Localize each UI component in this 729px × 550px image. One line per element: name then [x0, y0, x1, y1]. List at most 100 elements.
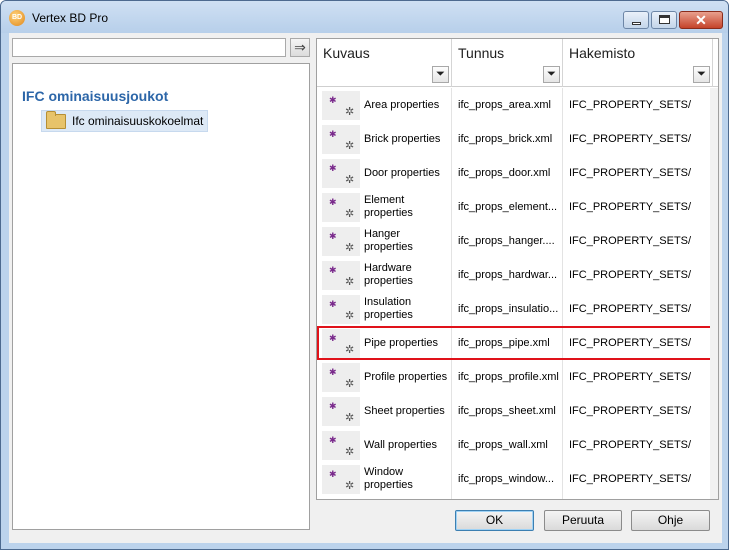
table-row[interactable]: ✱ ✲ Hardware properties ifc_props_hardwar..…	[317, 258, 718, 292]
property-set-icon: ✱ ✲	[322, 431, 360, 460]
column-header-hakemisto[interactable]: Hakemisto ⏷	[563, 39, 713, 87]
property-set-icon: ✱ ✲	[322, 91, 360, 120]
window-title: Vertex BD Pro	[32, 11, 109, 25]
ifc-symbol-icon: ✱	[329, 469, 337, 479]
vertical-scrollbar[interactable]	[710, 88, 718, 499]
property-set-icon: ✱ ✲	[322, 397, 360, 426]
ok-button[interactable]: OK	[455, 510, 534, 531]
row-directory: IFC_PROPERTY_SETS/	[569, 473, 692, 485]
table-row[interactable]: ✱ ✲ Brick properties ifc_props_brick.xml IFC…	[317, 122, 718, 156]
dialog-client-area: ⇒ IFC ominaisuusjoukot Ifc ominaisuuskok…	[9, 33, 722, 543]
gear-icon: ✲	[345, 310, 355, 322]
row-description: Pipe properties	[364, 336, 438, 349]
minimize-button[interactable]	[623, 11, 649, 29]
dialog-window: BD Vertex BD Pro ✕ ⇒ IFC ominaisuusjouko…	[0, 0, 729, 550]
row-identifier: ifc_props_pipe.xml	[458, 337, 550, 349]
filter-icon[interactable]: ⏷	[432, 66, 449, 83]
gear-icon: ✲	[345, 480, 355, 492]
table-row[interactable]: ✱ ✲ Profile properties ifc_props_profile.xm…	[317, 360, 718, 394]
help-button[interactable]: Ohje	[631, 510, 710, 531]
table-row[interactable]: ✱ ✲ Wall properties ifc_props_wall.xml IFC_P…	[317, 428, 718, 462]
row-identifier: ifc_props_profile.xml	[458, 371, 559, 383]
search-input[interactable]	[12, 38, 286, 57]
property-set-icon: ✱ ✲	[322, 159, 360, 188]
property-set-icon: ✱ ✲	[322, 363, 360, 392]
row-description: Brick properties	[364, 132, 441, 145]
search-go-button[interactable]: ⇒	[290, 38, 310, 57]
cell-description: ✱ ✲ Insulation properties	[317, 292, 451, 326]
table-row[interactable]: ✱ ✲ Hanger properties ifc_props_hanger.... I…	[317, 224, 718, 258]
row-directory: IFC_PROPERTY_SETS/	[569, 371, 692, 383]
table-row[interactable]: ✱ ✲ Sheet properties ifc_props_sheet.xml IFC…	[317, 394, 718, 428]
cell-description: ✱ ✲ Sheet properties	[317, 394, 451, 428]
row-description: Door properties	[364, 166, 440, 179]
property-set-icon: ✱ ✲	[322, 125, 360, 154]
gear-icon: ✲	[345, 378, 355, 390]
gear-icon: ✲	[345, 106, 355, 118]
grid-header: Kuvaus ⏷ Tunnus ⏷ Hakemisto ⏷	[317, 39, 718, 87]
table-row[interactable]: ✱ ✲ Door properties ifc_props_door.xml IFC_P…	[317, 156, 718, 190]
ifc-symbol-icon: ✱	[329, 265, 337, 275]
maximize-button[interactable]	[651, 11, 677, 29]
row-identifier: ifc_props_area.xml	[458, 99, 551, 111]
cell-description: ✱ ✲ Area properties	[317, 88, 451, 122]
column-label: Hakemisto	[569, 45, 636, 61]
column-label: Tunnus	[458, 45, 505, 61]
ifc-symbol-icon: ✱	[329, 231, 337, 241]
gear-icon: ✲	[345, 208, 355, 220]
ifc-symbol-icon: ✱	[329, 435, 337, 445]
cell-description: ✱ ✲ Hanger properties	[317, 224, 451, 258]
gear-icon: ✲	[345, 446, 355, 458]
property-set-icon: ✱ ✲	[322, 261, 360, 290]
folder-icon	[46, 111, 66, 129]
row-identifier: ifc_props_brick.xml	[458, 133, 553, 145]
row-identifier: ifc_props_element...	[458, 201, 558, 213]
property-sets-grid[interactable]: Kuvaus ⏷ Tunnus ⏷ Hakemisto ⏷ ✱ ✲ Area pro…	[316, 38, 719, 500]
tree-item-ifc-collections[interactable]: Ifc ominaisuuskokoelmat	[41, 110, 209, 132]
gear-icon: ✲	[345, 174, 355, 186]
tree-item-label: Ifc ominaisuuskokoelmat	[72, 114, 204, 128]
table-row[interactable]: ✱ ✲ Insulation properties ifc_props_insulat…	[317, 292, 718, 326]
column-header-tunnus[interactable]: Tunnus ⏷	[452, 39, 563, 87]
tree-view[interactable]: IFC ominaisuusjoukot Ifc ominaisuuskokoe…	[12, 63, 310, 530]
tree-heading: IFC ominaisuusjoukot	[22, 88, 169, 104]
table-row[interactable]: ✱ ✲ Area properties ifc_props_area.xml IFC_P…	[317, 88, 718, 122]
row-directory: IFC_PROPERTY_SETS/	[569, 405, 692, 417]
property-set-icon: ✱ ✲	[322, 295, 360, 324]
filter-icon[interactable]: ⏷	[543, 66, 560, 83]
row-description: Profile properties	[364, 370, 448, 383]
column-label: Kuvaus	[323, 45, 370, 61]
close-button[interactable]: ✕	[679, 11, 723, 29]
table-row[interactable]: ✱ ✲ Element properties ifc_props_element...…	[317, 190, 718, 224]
row-identifier: ifc_props_wall.xml	[458, 439, 548, 451]
row-directory: IFC_PROPERTY_SETS/	[569, 167, 692, 179]
gear-icon: ✲	[345, 276, 355, 288]
table-row[interactable]: ✱ ✲ Window properties ifc_props_window... IF…	[317, 462, 718, 496]
row-directory: IFC_PROPERTY_SETS/	[569, 439, 692, 451]
gear-icon: ✲	[345, 344, 355, 356]
arrow-right-icon: ⇒	[294, 39, 306, 55]
cancel-button[interactable]: Peruuta	[544, 510, 622, 531]
row-directory: IFC_PROPERTY_SETS/	[569, 99, 692, 111]
property-set-icon: ✱ ✲	[322, 193, 360, 222]
column-header-kuvaus[interactable]: Kuvaus ⏷	[317, 39, 452, 87]
close-icon: ✕	[695, 12, 707, 28]
property-set-icon: ✱ ✲	[322, 329, 360, 358]
row-description: Hardware properties	[364, 262, 413, 287]
row-directory: IFC_PROPERTY_SETS/	[569, 337, 692, 349]
title-bar[interactable]: BD Vertex BD Pro ✕	[1, 1, 728, 33]
minimize-icon	[632, 22, 641, 25]
row-identifier: ifc_props_hanger....	[458, 235, 555, 247]
ifc-symbol-icon: ✱	[329, 129, 337, 139]
ifc-symbol-icon: ✱	[329, 299, 337, 309]
row-directory: IFC_PROPERTY_SETS/	[569, 133, 692, 145]
ifc-symbol-icon: ✱	[329, 163, 337, 173]
cell-description: ✱ ✲ Door properties	[317, 156, 451, 190]
row-identifier: ifc_props_insulatio...	[458, 303, 559, 315]
cell-description: ✱ ✲ Pipe properties	[317, 326, 451, 360]
ifc-symbol-icon: ✱	[329, 367, 337, 377]
filter-icon[interactable]: ⏷	[693, 66, 710, 83]
ifc-symbol-icon: ✱	[329, 197, 337, 207]
maximize-icon	[659, 15, 670, 24]
table-row[interactable]: ✱ ✲ Pipe properties ifc_props_pipe.xml IFC_P…	[317, 326, 718, 360]
